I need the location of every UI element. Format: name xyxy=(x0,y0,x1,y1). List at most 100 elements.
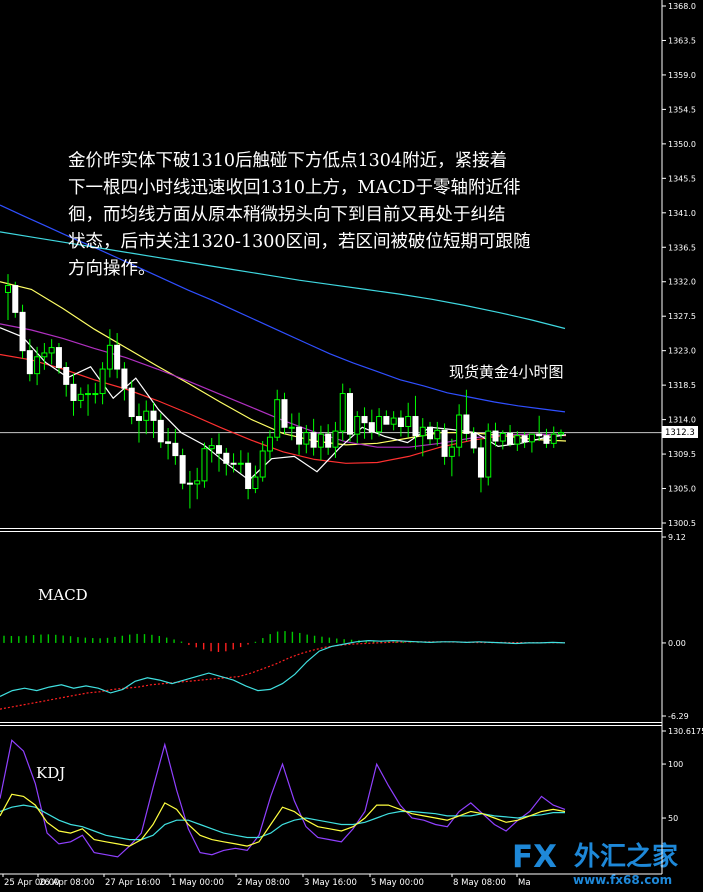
time-axis: 25 Apr 00:0026 Apr 08:00 27 Apr 16:00 1 Ma… xyxy=(2,874,531,888)
candle-body xyxy=(41,352,48,358)
candle-body xyxy=(521,435,528,443)
candle-body xyxy=(5,285,11,293)
candle-body xyxy=(361,416,368,424)
macd-tick-label: -6.29 xyxy=(668,712,689,721)
candle-body xyxy=(376,416,383,433)
moving-average-line xyxy=(0,323,567,448)
time-tick-label: 8 May 08:00 xyxy=(453,878,506,888)
candle-body xyxy=(259,450,266,478)
price-tick-label: 1323.0 xyxy=(668,347,696,356)
kdj-d-line xyxy=(0,804,565,841)
current-price-tag: 1312.3 xyxy=(662,426,698,438)
candle-body xyxy=(558,432,564,435)
candle-body xyxy=(507,432,514,445)
price-tick-label: 1336.5 xyxy=(668,243,696,252)
candle-body xyxy=(55,347,62,369)
candle-body xyxy=(34,356,41,375)
candle-body xyxy=(303,432,310,445)
price-tick-label: 1314.0 xyxy=(668,416,696,425)
candle-body xyxy=(48,347,55,354)
price-tick-label: 1345.5 xyxy=(668,174,696,183)
macd-signal-line xyxy=(0,641,565,710)
annotation-line-4: 状态，后市关注1320-1300区间，若区间被破位短期可跟随 xyxy=(68,232,530,252)
candle-body xyxy=(106,344,113,370)
candle-body xyxy=(412,416,419,437)
time-tick-label: 26 Apr 08:00 xyxy=(39,878,94,888)
candle-body xyxy=(194,480,201,485)
candle-body xyxy=(528,433,535,443)
price-tick-label: 1359.0 xyxy=(668,71,696,80)
candle-body xyxy=(201,448,208,482)
candle-body xyxy=(492,430,499,442)
candle-body xyxy=(70,383,77,401)
candle-body xyxy=(237,462,244,465)
candle-body xyxy=(114,344,121,370)
candle-body xyxy=(456,414,463,448)
candle-body xyxy=(485,430,492,478)
annotation-text: 金价昨实体下破1310后触碰下方低点1304附近，紧接着 下一根四小时线迅速收回… xyxy=(68,151,530,279)
candle-body xyxy=(121,368,128,389)
candle-body xyxy=(477,447,484,478)
candle-body xyxy=(332,430,339,448)
macd-tick-label: 0.00 xyxy=(668,639,686,648)
candle-body xyxy=(165,441,172,444)
time-tick-label: 5 May 00:00 xyxy=(371,878,424,888)
current-price-value: 1312.3 xyxy=(665,428,695,438)
annotation-line-1: 金价昨实体下破1310后触碰下方低点1304附近，紧接着 xyxy=(68,151,507,171)
candle-body xyxy=(150,410,157,421)
candle-body xyxy=(223,452,230,464)
kdj-tick-label: 100 xyxy=(668,760,683,769)
candle-body xyxy=(325,433,332,448)
time-tick-label: Ma xyxy=(518,878,531,888)
time-tick-label: 1 May 00:00 xyxy=(171,878,224,888)
candle-body xyxy=(383,416,390,425)
time-tick-label: 3 May 16:00 xyxy=(304,878,357,888)
candle-body xyxy=(77,393,84,401)
price-tick-label: 1350.0 xyxy=(668,140,696,149)
watermark: FX 外汇之家 www.fx68.com xyxy=(512,839,678,887)
candle-body xyxy=(346,393,353,435)
kdj-tick-label: 130.6175 xyxy=(668,727,703,736)
candle-body xyxy=(12,285,19,313)
macd-label: MACD xyxy=(38,586,88,604)
candle-body xyxy=(514,435,521,445)
candle-body xyxy=(172,442,179,457)
candle-body xyxy=(230,462,237,465)
candle-body xyxy=(543,435,550,444)
time-tick-label: 2 May 08:00 xyxy=(237,878,290,888)
candle-body xyxy=(390,417,397,425)
watermark-fx-logo: FX xyxy=(512,839,557,875)
annotation-line-3: 徊，而均线方面从原本稍微拐头向下到目前又再处于纠结 xyxy=(68,205,506,225)
price-tick-label: 1354.5 xyxy=(668,105,696,114)
candle-body xyxy=(463,414,470,434)
candle-body xyxy=(310,432,317,448)
candle-body xyxy=(448,446,455,457)
candle-body xyxy=(208,445,215,450)
candle-body xyxy=(550,433,557,444)
kdj-label: KDJ xyxy=(36,764,65,782)
candle-body xyxy=(19,311,26,352)
candle-body xyxy=(85,393,92,396)
chart-canvas: 1368.0 1363.5 1359.0 1354.5 1350.0 1345.5 1341… xyxy=(0,0,703,888)
price-tick-label: 1368.0 xyxy=(668,2,696,11)
candle-body xyxy=(135,416,142,421)
candle-body xyxy=(419,426,426,437)
candle-body xyxy=(266,436,273,452)
kdj-j-line xyxy=(0,739,566,858)
annotation-line-5: 方向操作。 xyxy=(68,259,156,279)
price-tick-label: 1341.0 xyxy=(668,209,696,218)
price-tick-label: 1327.5 xyxy=(668,312,696,321)
candle-body xyxy=(441,429,448,457)
candle-body xyxy=(281,399,288,428)
candle-body xyxy=(434,429,441,440)
price-tick-label: 1305.0 xyxy=(668,485,696,494)
price-tick-label: 1300.5 xyxy=(668,519,696,528)
price-tick-label: 1332.0 xyxy=(668,278,696,287)
candle-body xyxy=(128,387,135,418)
price-tick-label: 1363.5 xyxy=(668,36,696,45)
candle-body xyxy=(368,422,375,433)
macd-panel: 9.12 0.00 -6.29 xyxy=(0,533,689,721)
candle-body xyxy=(179,455,186,484)
macd-main-line xyxy=(0,639,566,697)
candle-body xyxy=(157,419,164,443)
